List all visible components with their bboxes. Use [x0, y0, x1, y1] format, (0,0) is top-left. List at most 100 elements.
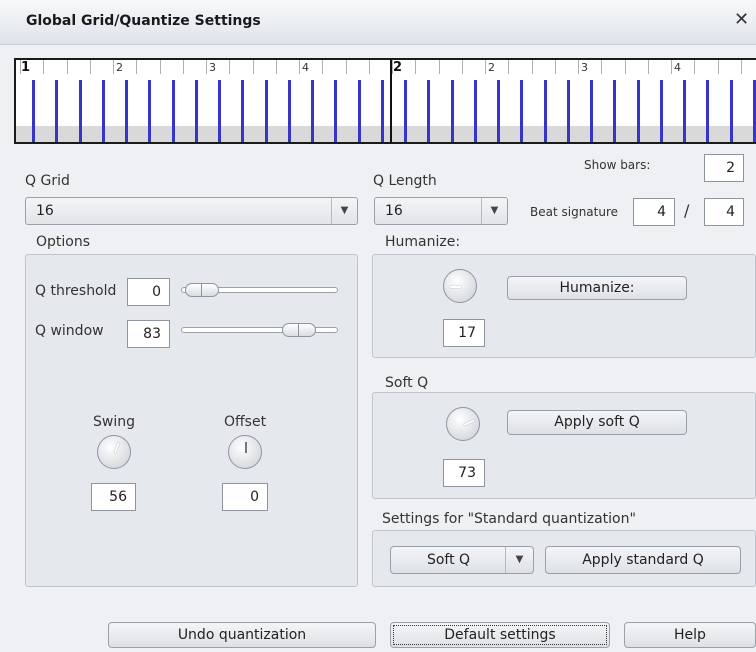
grid-line: [380, 80, 384, 142]
grid-line: [334, 80, 338, 142]
ruler-tick: [694, 60, 696, 74]
ruler-tick: [624, 60, 626, 74]
soft-q-group: [372, 392, 756, 499]
ruler-top: [16, 60, 756, 74]
options-label: Options: [36, 234, 91, 250]
ruler-tick: [206, 60, 207, 74]
offset-knob[interactable]: [228, 435, 262, 469]
grid-line: [311, 80, 314, 142]
chevron-down-icon[interactable]: ▼: [481, 198, 507, 224]
close-icon[interactable]: ✕: [734, 9, 749, 30]
ruler-tick: [740, 60, 742, 74]
humanize-label: Humanize:: [385, 234, 461, 250]
ruler-tick: [671, 60, 672, 74]
default-settings-button[interactable]: Default settings: [390, 622, 610, 648]
ruler-tick: [322, 60, 324, 74]
beat-numerator-field[interactable]: 4: [633, 198, 675, 226]
ruler-tick: [415, 60, 417, 74]
swing-knob[interactable]: [97, 435, 131, 469]
grid-line: [125, 80, 128, 142]
bar-line: [390, 60, 392, 142]
swing-label: Swing: [93, 414, 135, 430]
beat-signature-label: Beat signature: [530, 205, 619, 219]
beat-number-label: 2: [116, 61, 123, 74]
beat-number-label: 3: [209, 61, 216, 74]
grid-line: [101, 80, 105, 142]
ruler-tick: [89, 60, 91, 74]
grid-ruler: 1 2 3 4 2 2 3 4: [14, 58, 756, 144]
help-button[interactable]: Help: [624, 622, 756, 648]
beat-number-label: 2: [488, 61, 495, 74]
ruler-tick: [159, 60, 161, 74]
offset-field[interactable]: 0: [222, 483, 268, 511]
ruler-tick: [485, 60, 486, 74]
ruler-tick: [368, 60, 370, 74]
swing-field[interactable]: 56: [91, 483, 136, 511]
offset-label: Offset: [224, 414, 267, 430]
humanize-group: [372, 254, 756, 358]
soft-q-label: Soft Q: [385, 375, 429, 391]
show-bars-label: Show bars:: [584, 158, 651, 172]
grid-line: [171, 80, 175, 142]
ruler-tick: [136, 60, 138, 74]
q-threshold-field[interactable]: 0: [127, 278, 170, 306]
grid-line: [543, 80, 547, 142]
grid-line: [590, 80, 593, 142]
swing-knob-indicator: [114, 442, 120, 454]
grid-line: [706, 80, 710, 142]
ruler-tick: [554, 60, 556, 74]
grid-line: [659, 80, 663, 142]
grid-line: [752, 80, 756, 142]
beat-separator: /: [684, 201, 690, 220]
standard-mode-value: Soft Q: [426, 552, 471, 568]
ruler-tick: [508, 60, 510, 74]
humanize-field[interactable]: 17: [443, 319, 485, 347]
beat-number-label: 4: [674, 61, 681, 74]
beat-number-label: 3: [581, 61, 588, 74]
q-length-select[interactable]: 16 ▼: [374, 197, 508, 225]
soft-q-field[interactable]: 73: [443, 459, 485, 487]
grid-line: [264, 80, 268, 142]
undo-quantization-button[interactable]: Undo quantization: [108, 622, 376, 648]
standard-mode-select[interactable]: Soft Q ▼: [390, 546, 534, 574]
chevron-down-icon[interactable]: ▼: [505, 547, 533, 573]
q-threshold-slider-thumb[interactable]: [185, 283, 219, 297]
beat-number-label: 4: [302, 61, 309, 74]
ruler-tick: [43, 60, 45, 74]
ruler-tick: [438, 60, 440, 74]
ruler-tick: [275, 60, 277, 74]
grid-line: [636, 80, 640, 142]
ruler-tick: [601, 60, 603, 74]
window-title: Global Grid/Quantize Settings: [26, 13, 261, 29]
grid-line: [520, 80, 524, 142]
q-threshold-label: Q threshold: [35, 283, 117, 299]
q-length-value: 16: [385, 203, 403, 219]
grid-line: [194, 80, 198, 142]
grid-line: [729, 80, 733, 142]
q-grid-label: Q Grid: [25, 173, 70, 189]
humanize-knob[interactable]: [443, 269, 477, 303]
q-window-slider-thumb[interactable]: [282, 323, 316, 337]
humanize-button[interactable]: Humanize:: [507, 276, 687, 300]
q-grid-value: 16: [36, 203, 54, 219]
apply-standard-q-button[interactable]: Apply standard Q: [545, 546, 741, 574]
apply-soft-q-button[interactable]: Apply soft Q: [507, 410, 687, 435]
grid-line: [566, 80, 570, 142]
ruler-tick: [717, 60, 719, 74]
show-bars-field[interactable]: 2: [704, 154, 744, 182]
ruler-tick: [66, 60, 68, 74]
options-group: [25, 254, 358, 587]
q-window-field[interactable]: 83: [127, 320, 170, 348]
grid-line: [241, 80, 245, 142]
grid-line: [683, 80, 686, 142]
standard-quantization-label: Settings for "Standard quantization": [382, 511, 636, 527]
bar-number-label: 1: [21, 60, 31, 75]
offset-knob-indicator: [245, 442, 247, 453]
q-grid-select[interactable]: 16 ▼: [25, 197, 358, 225]
chevron-down-icon[interactable]: ▼: [331, 198, 357, 224]
ruler-tick: [531, 60, 533, 74]
q-length-label: Q Length: [373, 173, 437, 189]
beat-denominator-field[interactable]: 4: [704, 198, 744, 226]
grid-line: [32, 80, 35, 142]
soft-q-knob[interactable]: [446, 407, 480, 441]
